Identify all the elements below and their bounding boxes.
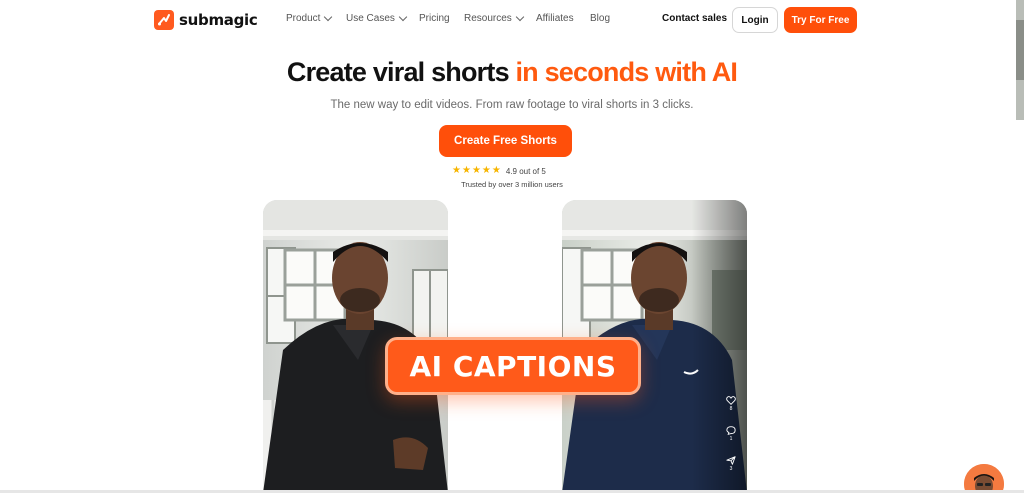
star-rating: ★ ★ ★ ★ ★ [452,166,501,176]
heart-icon[interactable]: 8 [723,396,739,412]
rating-text: 4.9 out of 5 [505,166,546,176]
star-icon: ★ [452,165,461,176]
try-for-free-button[interactable]: Try For Free [784,7,857,33]
star-icon: ★ [491,165,501,176]
hero-title-accent: in seconds with AI [515,57,738,87]
social-actions: 8 1 3 [723,396,739,472]
like-count: 8 [729,406,733,412]
hero-title: Create viral shorts in seconds with AI [0,57,1024,88]
comment-count: 1 [729,436,733,442]
login-button[interactable]: Login [732,7,778,33]
logo[interactable]: submagic [154,10,258,30]
menu-item-label: Use Cases [346,13,395,24]
hero-subtitle: The new way to edit videos. From raw foo… [330,99,694,111]
menu-item-pricing[interactable]: Pricing [419,13,464,24]
share-icon[interactable]: 3 [723,456,739,472]
menu-item-use-cases[interactable]: Use Cases [346,12,419,24]
star-icon: ★ [481,165,491,176]
rating: ★ ★ ★ ★ ★ 4.9 out of 5 [452,166,546,176]
create-free-shorts-button[interactable]: Create Free Shorts [439,125,572,157]
share-count: 3 [729,466,733,472]
logo-icon [154,10,174,30]
chevron-down-icon [515,12,525,22]
offscreen-media-edge [1016,0,1024,120]
top-navigation: submagic Product Use Cases Pricing Resou… [0,0,1024,40]
logo-text: submagic [179,11,258,29]
ai-captions-badge: AI CAPTIONS [385,337,641,395]
contact-sales-link[interactable]: Contact sales [662,13,727,24]
menu-item-label: Affiliates [536,13,574,24]
trusted-text: Trusted by over 3 million users [461,180,563,189]
chat-avatar-icon[interactable] [964,464,1004,493]
main-menu: Product Use Cases Pricing Resources Affi… [286,12,620,24]
star-icon: ★ [461,165,471,176]
menu-item-affiliates[interactable]: Affiliates [536,13,590,24]
hero-title-main: Create viral shorts [286,57,516,87]
menu-item-blog[interactable]: Blog [590,13,620,24]
menu-item-label: Resources [464,13,512,24]
menu-item-label: Pricing [419,13,450,24]
menu-item-product[interactable]: Product [286,12,346,24]
menu-item-resources[interactable]: Resources [464,12,536,24]
menu-item-label: Blog [590,13,611,24]
chevron-down-icon [324,12,333,22]
star-icon: ★ [471,165,481,176]
menu-item-label: Product [286,13,321,24]
comment-icon[interactable]: 1 [723,426,739,442]
chevron-down-icon [398,12,408,22]
